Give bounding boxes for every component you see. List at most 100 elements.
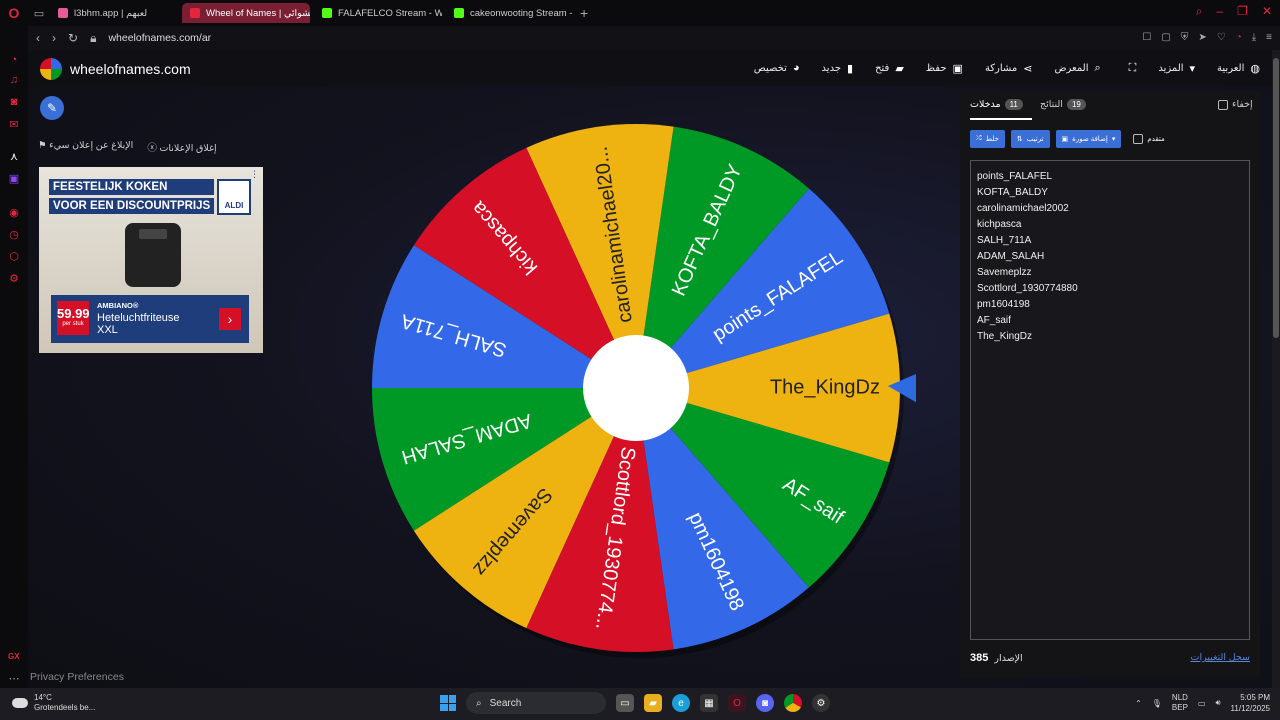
menu-item-folder[interactable]: فتح ▰ — [875, 62, 904, 75]
taskbar-search[interactable]: ⌕ Search — [466, 692, 606, 714]
windows-start-icon[interactable] — [440, 695, 456, 711]
history-icon[interactable]: ◷ — [7, 228, 21, 242]
privacy-preferences-link[interactable]: Privacy Preferences — [30, 671, 124, 683]
heart-icon[interactable]: ♡ — [1217, 32, 1226, 43]
shuffle-button[interactable]: ⤮ خلط — [970, 130, 1005, 148]
spinning-wheel[interactable]: points_FALAFELKOFTA_BALDYcarolinamichael… — [356, 110, 916, 670]
hide-checkbox[interactable] — [1218, 99, 1228, 110]
settings-icon[interactable]: ⚙ — [7, 272, 21, 286]
entry-line: carolinamichael2002 — [977, 203, 1069, 214]
clock[interactable]: 5:05 PM 11/12/2025 — [1231, 692, 1270, 714]
ad-info-icon[interactable]: ⋮ — [250, 169, 259, 180]
menu-item-globe[interactable]: العربية ◍ — [1217, 62, 1260, 75]
globe-icon: ◍ — [1250, 62, 1260, 75]
tab-entries[interactable]: مدخلات 11 — [970, 99, 1023, 110]
discord-icon[interactable]: ◙ — [7, 96, 21, 110]
menu-item-fullscreen[interactable]: ⛶ — [1123, 62, 1137, 75]
extensions-icon[interactable]: ⬡ — [7, 250, 21, 264]
close-ads-link[interactable]: ⓧ إغلاق الإعلانات — [147, 140, 216, 154]
hide-toggle[interactable]: إخفاء — [1218, 99, 1253, 110]
mail-icon[interactable]: ✉ — [7, 118, 21, 132]
file-explorer-icon[interactable]: ▰ — [644, 694, 662, 712]
tab-l3bhm[interactable]: l3bhm.app | لعبهم — [50, 3, 178, 23]
download-icon[interactable]: ⤓ — [1252, 32, 1256, 43]
tab-manager-icon[interactable]: ▭ — [28, 7, 50, 20]
wheel-logo-icon — [40, 58, 62, 80]
address-bar-tools: ☐ ▢ ⛨ ➤ ♡ ◔ ⤓ ≡ — [1142, 32, 1272, 43]
microphone-icon[interactable]: 🎙︎ — [1152, 699, 1162, 708]
volume-icon[interactable]: 🔊︎ — [1216, 698, 1221, 708]
edge-icon[interactable]: e — [672, 694, 690, 712]
menu-item-new-file[interactable]: جديد ▮ — [822, 62, 854, 75]
entry-line: SALH_711A — [977, 235, 1032, 246]
player-icon[interactable]: ♫ — [7, 74, 21, 88]
chrome-icon[interactable] — [784, 694, 802, 712]
tab-results[interactable]: النتائج 19 — [1040, 99, 1086, 110]
forward-icon[interactable]: › — [52, 31, 56, 45]
more-icon[interactable]: ⋯ — [7, 672, 21, 686]
minimize-icon[interactable]: – — [1216, 4, 1223, 19]
system-tray: ⌃ 🎙︎ NLD BEP ▭ 🔊︎ 5:05 PM 11/12/2025 — [1135, 692, 1270, 714]
new-tab-button[interactable]: + — [580, 5, 588, 21]
network-icon[interactable]: ▭ — [1198, 699, 1206, 708]
advanced-checkbox[interactable] — [1133, 134, 1144, 144]
opera-gx-icon[interactable]: O — [728, 694, 746, 712]
maximize-icon[interactable]: ❐ — [1237, 4, 1248, 19]
menu-item-search[interactable]: المعرض ⌕ — [1054, 62, 1100, 75]
site-logo[interactable]: wheelofnames.com — [40, 58, 191, 80]
tab-falafelco-stream[interactable]: FALAFELCO Stream - Wa — [314, 3, 442, 23]
ad-arrow-icon[interactable]: › — [219, 308, 241, 330]
discord-icon[interactable]: ◙ — [756, 694, 774, 712]
tab-wheel-of-names[interactable]: Wheel of Names | عشوائي — [182, 3, 310, 23]
changelog-link[interactable]: سجل التغييرات — [1191, 652, 1250, 664]
steam-icon[interactable]: ⚙ — [812, 694, 830, 712]
browser-sidebar: ◔ ♫ ◙ ✉ ⋏ ▣ ◉ ◷ ⬡ ⚙ GX ⋯ — [0, 26, 28, 688]
task-view-icon[interactable]: ▭ — [616, 694, 634, 712]
send-icon[interactable]: ➤ — [1198, 32, 1206, 43]
ad-product: Heteluchtfriteuse XXL — [97, 312, 180, 336]
reload-icon[interactable]: ↻ — [68, 31, 78, 45]
save-icon: ▣ — [952, 62, 963, 75]
kick-icon[interactable]: ⋏ — [7, 150, 21, 164]
tab-cakeonwooting-stream[interactable]: cakeonwooting Stream - V — [446, 3, 574, 23]
store-icon[interactable]: ▦ — [700, 694, 718, 712]
menu-item-save[interactable]: حفظ ▣ — [926, 62, 963, 75]
vpn-icon[interactable]: ⛨ — [1181, 32, 1189, 43]
tray-chevron-icon[interactable]: ⌃ — [1135, 699, 1142, 708]
entry-controls: ⤮ خلط ⇅ ترتيب ▣ إضافة صورة ▾ متقدم — [970, 130, 1165, 148]
aldi-logo: ALDI — [217, 179, 251, 215]
windows-taskbar: 14°C Grotendeels be... ⌕ Search ▭ ▰ e ▦ O … — [0, 688, 1280, 720]
bookmark-icon[interactable]: ☐ — [1142, 32, 1151, 43]
entries-textarea[interactable]: points_FALAFEL KOFTA_BALDY carolinamichael… — [970, 160, 1250, 640]
sort-button[interactable]: ⇅ ترتيب — [1010, 130, 1050, 148]
weather-widget[interactable]: 14°C Grotendeels be... — [12, 693, 95, 713]
profile-icon[interactable]: ◔ — [1236, 32, 1242, 43]
language-indicator[interactable]: NLD BEP — [1172, 693, 1188, 713]
shuffle-icon: ⤮ — [976, 135, 982, 142]
site-menu: العربية ◍ المزيد ▾ ⛶ المعرض ⌕ مشاركة ⋖ حفظ ▣ فتح ▰ جد… — [754, 50, 1260, 86]
share-icon: ⋖ — [1023, 62, 1033, 75]
easy-setup-icon[interactable]: ≡ — [1266, 32, 1272, 43]
advanced-toggle[interactable]: متقدم — [1133, 134, 1165, 144]
chevron-down-icon: ▾ — [1189, 62, 1196, 75]
entry-line: ADAM_SALAH — [977, 251, 1045, 262]
edit-pencil-button[interactable]: ✎ — [40, 96, 64, 120]
ad-brand: AMBIANO® — [97, 301, 139, 310]
twitch-icon[interactable]: ▣ — [7, 172, 21, 186]
back-icon[interactable]: ‹ — [36, 31, 40, 45]
gx-control-icon[interactable]: ◔ — [7, 54, 21, 68]
snapshot-icon[interactable]: ▢ — [1161, 32, 1170, 43]
close-icon[interactable]: ✕ — [1262, 4, 1272, 19]
menu-item-chevron-down[interactable]: المزيد ▾ — [1158, 62, 1195, 75]
page-scrollbar-thumb[interactable] — [1273, 58, 1279, 338]
add-image-button[interactable]: ▣ إضافة صورة ▾ — [1055, 130, 1122, 148]
opera-logo-icon[interactable]: O — [0, 5, 28, 21]
wheel-center-hub[interactable] — [583, 335, 689, 441]
menu-item-palette[interactable]: تخصيص ◕ — [754, 62, 800, 74]
report-ad-link[interactable]: ⚑ الإبلاغ عن إعلان سيء — [38, 140, 133, 154]
advertisement[interactable]: FEESTELIJK KOKEN VOOR EEN DISCOUNTPRIJS … — [39, 167, 263, 353]
menu-item-share[interactable]: مشاركة ⋖ — [985, 62, 1033, 75]
player-circle-icon[interactable]: ◉ — [7, 206, 21, 220]
url-field[interactable]: wheelofnames.com/ar — [108, 32, 211, 44]
search-tabs-icon[interactable]: ⌕ — [1196, 4, 1203, 19]
